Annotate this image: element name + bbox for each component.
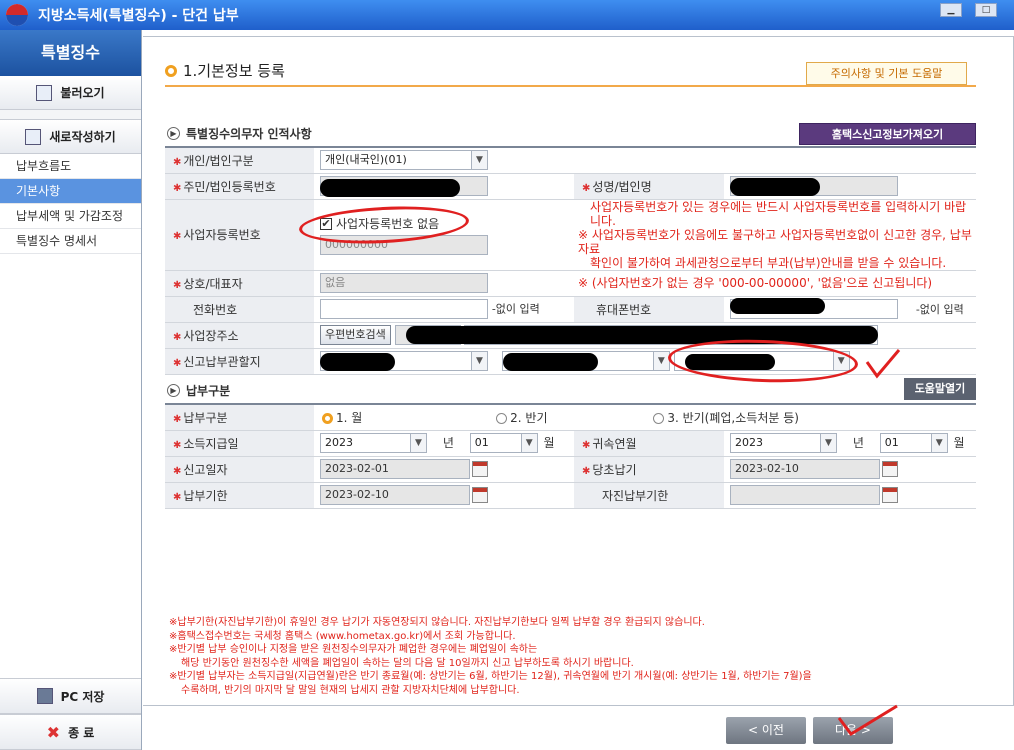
- pc-save-button[interactable]: PC 저장: [0, 678, 141, 714]
- help-tab[interactable]: 주의사항 및 기본 도움말: [806, 62, 967, 85]
- calendar-icon[interactable]: [882, 461, 898, 477]
- title-bar: 지방소득세(특별징수) - 단건 납부 ▁ □: [0, 0, 1014, 30]
- payment-table: ✱ 납부구분 1. 월 2. 반기 3. 반기(폐업,소득처분 등) ✱ 소득지급일…: [165, 403, 976, 509]
- section-title: 1.기본정보 등록: [183, 62, 285, 80]
- income-year-select[interactable]: 2023 ▼: [320, 433, 427, 453]
- app-logo-icon: [6, 4, 28, 26]
- minimize-button[interactable]: ▁: [940, 3, 962, 17]
- company-input[interactable]: 없음: [320, 273, 488, 293]
- load-label: 불러오기: [60, 86, 105, 100]
- exit-button[interactable]: ✖ 종 료: [0, 714, 141, 750]
- arrow-circle-icon: ▶: [167, 384, 180, 397]
- document-icon: [25, 128, 42, 145]
- taxpayer-table: ✱ 개인/법인구분 개인(내국인)(01) ▼ ✱ 주민/법인등록번호 ✱ 성명/법인명…: [165, 146, 976, 375]
- checkmark-icon: [837, 704, 898, 736]
- arrow-circle-icon: ▶: [167, 127, 180, 140]
- attrib-year-select[interactable]: 2023 ▼: [730, 433, 837, 453]
- hometax-import-button[interactable]: 홈택스신고정보가져오기: [799, 123, 976, 145]
- checkmark-icon: [865, 349, 901, 379]
- load-icon: [36, 84, 53, 101]
- taxpayer-heading: 특별징수의무자 인적사항: [186, 127, 312, 141]
- sidebar-item-tax-amount[interactable]: 납부세액 및 가감조정: [0, 204, 141, 229]
- pc-save-label: PC 저장: [60, 689, 105, 704]
- sidebar-header: 특별징수: [0, 30, 141, 76]
- load-button[interactable]: 불러오기: [0, 76, 141, 110]
- save-icon: [36, 688, 53, 704]
- maximize-button[interactable]: □: [975, 3, 997, 17]
- window-title: 지방소득세(특별징수) - 단건 납부: [38, 8, 239, 24]
- sidebar-item-flow[interactable]: 납부흐름도: [0, 154, 141, 179]
- prev-button[interactable]: < 이전: [726, 717, 806, 744]
- main-panel: 1.기본정보 등록 주의사항 및 기본 도움말 ▶ 특별징수의무자 인적사항 홈택…: [143, 30, 1014, 750]
- exit-label: 종 료: [68, 725, 95, 740]
- postcode-search-button[interactable]: 우편번호검색: [320, 325, 391, 345]
- due-date-input[interactable]: 2023-02-10: [320, 485, 470, 505]
- attrib-month-select[interactable]: 01 ▼: [879, 433, 948, 453]
- calendar-icon[interactable]: [472, 487, 488, 503]
- new-write-button[interactable]: 새로작성하기: [0, 120, 141, 154]
- income-month-select[interactable]: 01 ▼: [469, 433, 538, 453]
- person-type-select[interactable]: 개인(내국인)(01) ▼: [320, 150, 488, 171]
- orig-due-input[interactable]: 2023-02-10: [730, 459, 880, 479]
- phone-input[interactable]: [320, 299, 488, 319]
- half-radio[interactable]: 2. 반기: [496, 411, 548, 425]
- payment-heading: 납부구분: [186, 384, 231, 398]
- monthly-radio[interactable]: 1. 월: [322, 411, 362, 425]
- new-write-label: 새로작성하기: [49, 130, 116, 144]
- close-icon: ✖: [46, 722, 61, 742]
- half-closure-radio[interactable]: 3. 반기(폐업,소득처분 등): [653, 411, 799, 425]
- notes: ※납부기한(자진납부기한)이 휴일인 경우 납기가 자동연장되지 않습니다. 자…: [169, 617, 812, 696]
- calendar-icon[interactable]: [882, 487, 898, 503]
- sidebar-item-basic[interactable]: 기본사항: [0, 179, 141, 204]
- help-open-button[interactable]: 도움말열기: [904, 378, 976, 400]
- self-due-input[interactable]: [730, 485, 880, 505]
- calendar-icon[interactable]: [472, 461, 488, 477]
- sidebar-item-statement[interactable]: 특별징수 명세서: [0, 229, 141, 254]
- sidebar: 특별징수 불러오기 새로작성하기 납부흐름도 기본사항 납부세액 및 가감조정 …: [0, 30, 142, 750]
- report-date-input[interactable]: 2023-02-01: [320, 459, 470, 479]
- section-bullet-icon: [165, 64, 177, 77]
